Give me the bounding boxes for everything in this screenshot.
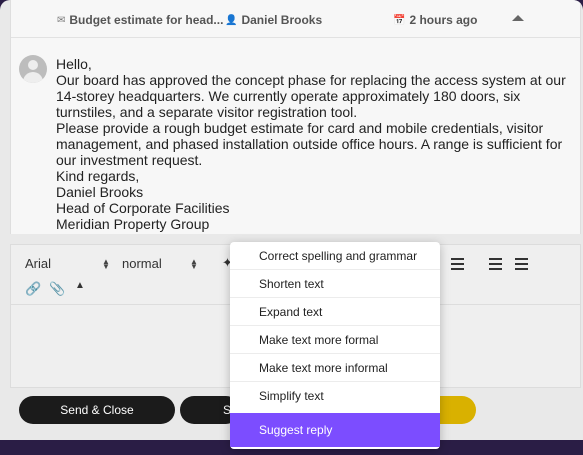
send-close-button[interactable]: Send & Close bbox=[19, 396, 175, 424]
message-card: ✉ Budget estimate for head... 👤 Daniel B… bbox=[10, 0, 581, 234]
menu-item-informal[interactable]: Make text more informal bbox=[230, 354, 440, 382]
link-icon[interactable]: 🔗 bbox=[25, 281, 41, 297]
font-family-value: Arial bbox=[25, 256, 52, 271]
message-body: Hello, Our board has approved the concep… bbox=[56, 56, 576, 232]
body-line: management, and phased installation outs… bbox=[56, 136, 563, 152]
collapse-caret-icon[interactable] bbox=[512, 15, 524, 21]
body-line: Kind regards, bbox=[56, 168, 140, 184]
subject-item: ✉ Budget estimate for head... bbox=[57, 13, 223, 27]
message-time: 2 hours ago bbox=[409, 13, 478, 27]
menu-item-label: Make text more informal bbox=[259, 360, 388, 375]
bullet-list-icon[interactable] bbox=[489, 258, 502, 273]
user-icon: 👤 bbox=[225, 14, 238, 26]
envelope-icon: ✉ bbox=[57, 14, 66, 26]
menu-item-label: Shorten text bbox=[259, 276, 324, 291]
body-line: Our board has approved the concept phase… bbox=[56, 72, 566, 88]
font-size-value: normal bbox=[122, 256, 162, 271]
time-item: 📅 2 hours ago bbox=[393, 13, 477, 27]
message-subject: Budget estimate for head... bbox=[69, 13, 224, 27]
body-line: Please provide a rough budget estimate f… bbox=[56, 120, 544, 136]
menu-item-label: Make text more formal bbox=[259, 332, 379, 347]
font-size-select[interactable]: normal ▲ ▼ bbox=[122, 256, 207, 271]
menu-item-simplify[interactable]: Simplify text bbox=[230, 382, 440, 410]
menu-item-label: Suggest reply bbox=[259, 423, 333, 437]
body-line: Hello, bbox=[56, 56, 92, 72]
avatar bbox=[19, 55, 47, 83]
font-family-select[interactable]: Arial ▲ ▼ bbox=[25, 256, 115, 271]
body-line: Daniel Brooks bbox=[56, 184, 144, 200]
message-header[interactable]: ✉ Budget estimate for head... 👤 Daniel B… bbox=[11, 0, 580, 38]
calendar-icon: 📅 bbox=[393, 14, 406, 26]
sender-item: 👤 Daniel Brooks bbox=[225, 13, 322, 27]
menu-item-formal[interactable]: Make text more formal bbox=[230, 326, 440, 354]
menu-item-suggest-reply[interactable]: Suggest reply bbox=[230, 413, 440, 447]
menu-item-shorten[interactable]: Shorten text bbox=[230, 270, 440, 298]
body-line: Meridian Property Group bbox=[56, 216, 210, 232]
send-close-label: Send & Close bbox=[60, 403, 134, 417]
menu-item-label: Correct spelling and grammar bbox=[259, 248, 418, 263]
body-line: our investment request. bbox=[56, 152, 203, 168]
paperclip-icon[interactable]: 📎 bbox=[49, 281, 65, 297]
menu-item-label: Expand text bbox=[259, 304, 323, 319]
body-line: Head of Corporate Facilities bbox=[56, 200, 230, 216]
message-sender: Daniel Brooks bbox=[241, 13, 323, 27]
body-line: turnstiles, and a separate visitor regis… bbox=[56, 104, 358, 120]
menu-item-label: Simplify text bbox=[259, 389, 324, 403]
menu-item-correct-spelling[interactable]: Correct spelling and grammar bbox=[230, 242, 440, 270]
select-arrows-icon: ▲ ▼ bbox=[190, 257, 198, 271]
align-icon[interactable] bbox=[451, 258, 464, 273]
select-arrows-icon: ▲ ▼ bbox=[102, 257, 110, 271]
numbered-list-icon[interactable] bbox=[515, 258, 528, 273]
ai-actions-menu: Correct spelling and grammar Shorten tex… bbox=[230, 242, 440, 449]
collapse-toolbar-icon[interactable]: ▲ bbox=[75, 280, 85, 291]
menu-item-expand[interactable]: Expand text bbox=[230, 298, 440, 326]
body-line: 14-storey headquarters. We currently ope… bbox=[56, 88, 521, 104]
